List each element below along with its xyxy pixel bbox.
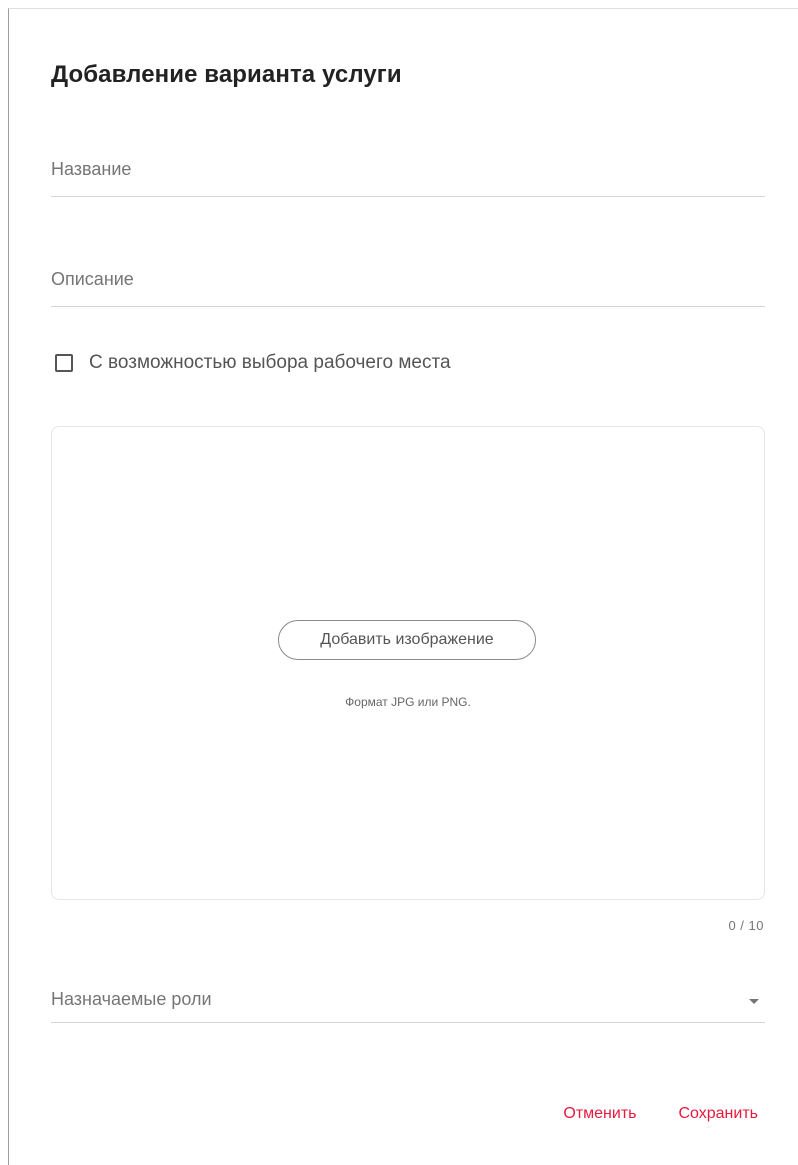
- upload-format-hint: Формат JPG или PNG.: [345, 695, 471, 709]
- name-field-label: Название: [51, 159, 132, 179]
- add-image-button[interactable]: Добавить изображение: [278, 620, 536, 660]
- assigned-roles-label: Назначаемые роли: [51, 989, 212, 1009]
- assigned-roles-select[interactable]: Назначаемые роли: [51, 979, 765, 1023]
- name-field[interactable]: Название: [51, 153, 765, 197]
- save-button[interactable]: Сохранить: [666, 1097, 770, 1131]
- description-field-label: Описание: [51, 269, 134, 289]
- description-field[interactable]: Описание: [51, 263, 765, 307]
- chevron-down-icon[interactable]: [749, 999, 759, 1004]
- image-counter: 0 / 10: [728, 918, 764, 933]
- workplace-selection-option[interactable]: С возможностью выбора рабочего места: [55, 349, 451, 377]
- dialog-title: Добавление варианта услуги: [51, 61, 402, 88]
- image-upload-area[interactable]: Добавить изображение Формат JPG или PNG.: [51, 426, 765, 900]
- add-service-variant-dialog: Добавление варианта услуги Название Опис…: [8, 8, 798, 1165]
- dialog-actions: Отменить Сохранить: [551, 1097, 770, 1131]
- cancel-button[interactable]: Отменить: [551, 1097, 648, 1131]
- workplace-selection-label: С возможностью выбора рабочего места: [89, 352, 451, 373]
- workplace-selection-checkbox[interactable]: [55, 354, 73, 372]
